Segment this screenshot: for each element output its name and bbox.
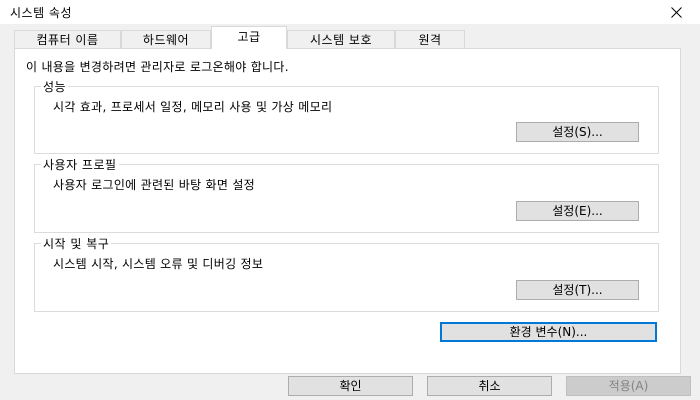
dialog-body: 컴퓨터 이름 하드웨어 고급 시스템 보호 원격 이 내용을 변경하려면 관리자… [0, 24, 700, 400]
user-profiles-group: 사용자 프로필 사용자 로그인에 관련된 바탕 화면 설정 설정(E)... [34, 156, 659, 233]
environment-variables-button[interactable]: 환경 변수(N)... [440, 322, 657, 342]
apply-button: 적용(A) [566, 376, 691, 396]
cancel-button[interactable]: 취소 [427, 376, 552, 396]
tab-remote[interactable]: 원격 [395, 30, 465, 48]
performance-settings-button[interactable]: 설정(S)... [516, 122, 639, 142]
tab-computer-name[interactable]: 컴퓨터 이름 [14, 30, 121, 48]
performance-title: 성능 [41, 78, 69, 95]
ok-button[interactable]: 확인 [288, 376, 413, 396]
startup-recovery-title: 시작 및 복구 [41, 235, 112, 252]
user-profiles-description: 사용자 로그인에 관련된 바탕 화면 설정 [53, 178, 256, 192]
window-title: 시스템 속성 [10, 6, 73, 20]
close-icon [671, 7, 682, 18]
startup-recovery-group: 시작 및 복구 시스템 시작, 시스템 오류 및 디버깅 정보 설정(T)... [34, 235, 659, 312]
close-button[interactable] [654, 0, 700, 24]
tab-advanced[interactable]: 고급 [211, 26, 287, 49]
tab-system-protection[interactable]: 시스템 보호 [287, 30, 395, 48]
title-bar: 시스템 속성 [0, 0, 700, 24]
startup-recovery-settings-button[interactable]: 설정(T)... [516, 280, 639, 300]
user-profiles-title: 사용자 프로필 [41, 156, 119, 173]
tab-hardware[interactable]: 하드웨어 [121, 30, 211, 48]
admin-note: 이 내용을 변경하려면 관리자로 로그온해야 합니다. [26, 60, 289, 74]
performance-group: 성능 시각 효과, 프로세서 일정, 메모리 사용 및 가상 메모리 설정(S)… [34, 78, 659, 154]
user-profiles-settings-button[interactable]: 설정(E)... [516, 201, 639, 221]
startup-recovery-description: 시스템 시작, 시스템 오류 및 디버깅 정보 [53, 257, 264, 271]
performance-description: 시각 효과, 프로세서 일정, 메모리 사용 및 가상 메모리 [53, 100, 333, 114]
